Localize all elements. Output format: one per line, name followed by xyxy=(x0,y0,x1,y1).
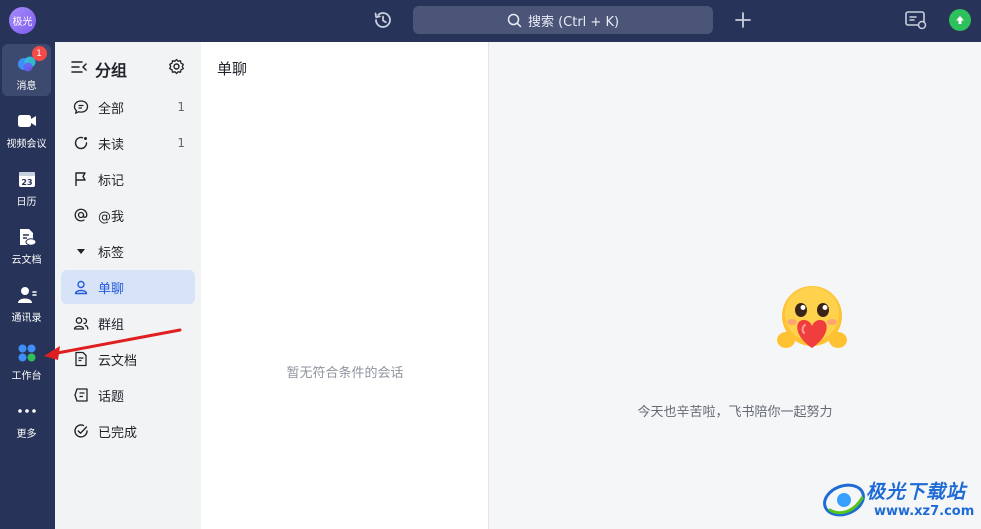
video-icon xyxy=(16,110,38,132)
slogan-text: 今天也辛苦啦，飞书陪你一起努力 xyxy=(637,405,833,420)
nav-label: 日历 xyxy=(16,197,37,208)
calendar-day: 23 xyxy=(21,178,32,187)
nav-cloud-docs[interactable]: 云文档 xyxy=(2,218,51,270)
group-icon xyxy=(73,315,89,331)
check-circle-icon xyxy=(73,423,89,439)
group-header: 分组 xyxy=(55,42,201,92)
caret-down-icon xyxy=(73,243,89,259)
plus-icon[interactable] xyxy=(733,10,753,30)
group-item-tags[interactable]: 标签 xyxy=(61,234,195,268)
group-item-count: 1 xyxy=(177,136,185,150)
nav-label: 更多 xyxy=(16,429,37,440)
cloud-doc-icon xyxy=(16,226,38,248)
nav-label: 云文档 xyxy=(11,255,42,266)
group-item-mentions[interactable]: @我 xyxy=(61,198,195,232)
nav-more[interactable]: 更多 xyxy=(2,392,51,444)
group-item-topics[interactable]: 话题 xyxy=(61,378,195,412)
search-placeholder: 搜索 (Ctrl + K) xyxy=(527,14,620,30)
calendar-icon: 23 xyxy=(16,168,38,190)
search-input[interactable]: 搜索 (Ctrl + K) xyxy=(413,6,713,34)
top-bar: 极光 搜索 (Ctrl + K) xyxy=(0,0,981,42)
group-item-flagged[interactable]: 标记 xyxy=(61,162,195,196)
nav-label: 消息 xyxy=(16,81,37,92)
watermark-url: www.xz7.com xyxy=(874,504,975,519)
contacts-icon xyxy=(16,284,38,306)
nav-workplace[interactable]: 工作台 xyxy=(2,334,51,386)
nav-contacts[interactable]: 通讯录 xyxy=(2,276,51,328)
gear-icon[interactable] xyxy=(168,58,185,75)
group-item-label: 全部 xyxy=(98,101,125,117)
screen-share-icon[interactable] xyxy=(904,9,928,31)
history-icon[interactable] xyxy=(372,9,394,31)
nav-video-meeting[interactable]: 视频会议 xyxy=(2,102,51,154)
group-item-label: 云文档 xyxy=(98,353,138,369)
avatar[interactable]: 极光 xyxy=(9,7,36,34)
group-item-groups[interactable]: 群组 xyxy=(61,306,195,340)
empty-state-text: 暂无符合条件的会话 xyxy=(286,366,404,381)
more-icon xyxy=(16,400,38,422)
workplace-icon xyxy=(16,342,38,364)
search-icon xyxy=(507,13,522,27)
unread-badge: 1 xyxy=(31,46,47,61)
group-item-unread[interactable]: 未读 1 xyxy=(61,126,195,160)
group-title: 分组 xyxy=(95,61,128,80)
collapse-menu-icon[interactable] xyxy=(71,59,87,75)
watermark-title: 极光下载站 xyxy=(866,481,967,503)
chat-bubble-icon xyxy=(73,99,89,115)
nav-label: 工作台 xyxy=(11,371,42,382)
message-icon: 1 xyxy=(16,46,47,74)
left-navigation: 1 消息 视频会议 23 日历 云文档 通讯录 工作台 更多 xyxy=(0,42,55,529)
group-item-cloud-docs[interactable]: 云文档 xyxy=(61,342,195,376)
topic-icon xyxy=(73,387,89,403)
group-item-label: @我 xyxy=(98,209,125,225)
at-icon xyxy=(73,207,89,223)
nav-calendar[interactable]: 23 日历 xyxy=(2,160,51,212)
group-panel: 分组 全部 1 未读 1 标记 @我 标签 单聊 群组 云文档 话题 已完成 xyxy=(55,42,201,529)
unread-icon xyxy=(73,135,89,151)
watermark: 极光下载站 www.xz7.com xyxy=(820,474,980,526)
doc-icon xyxy=(73,351,89,367)
group-item-all[interactable]: 全部 1 xyxy=(61,90,195,124)
group-item-label: 单聊 xyxy=(98,281,125,297)
group-item-done[interactable]: 已完成 xyxy=(61,414,195,448)
chat-list: 单聊 暂无符合条件的会话 xyxy=(201,42,489,529)
nav-messages[interactable]: 1 消息 xyxy=(2,44,51,96)
flag-icon xyxy=(73,171,89,187)
group-item-count: 1 xyxy=(177,100,185,114)
empty-conversation-pane: 今天也辛苦啦，飞书陪你一起努力 xyxy=(489,42,981,529)
nav-label: 视频会议 xyxy=(6,139,47,150)
group-item-label: 话题 xyxy=(98,389,125,405)
nav-label: 通讯录 xyxy=(11,313,42,324)
group-item-label: 未读 xyxy=(98,137,125,153)
person-icon xyxy=(73,279,89,295)
watermark-logo-icon xyxy=(823,483,865,517)
heart-emoji-icon xyxy=(777,286,847,348)
upgrade-icon[interactable] xyxy=(949,9,971,31)
group-item-label: 标记 xyxy=(98,173,125,189)
group-item-label: 群组 xyxy=(98,317,125,333)
group-item-label: 标签 xyxy=(98,245,125,261)
group-item-label: 已完成 xyxy=(98,425,138,441)
group-item-direct-chats[interactable]: 单聊 xyxy=(61,270,195,304)
chat-list-title: 单聊 xyxy=(217,60,248,78)
